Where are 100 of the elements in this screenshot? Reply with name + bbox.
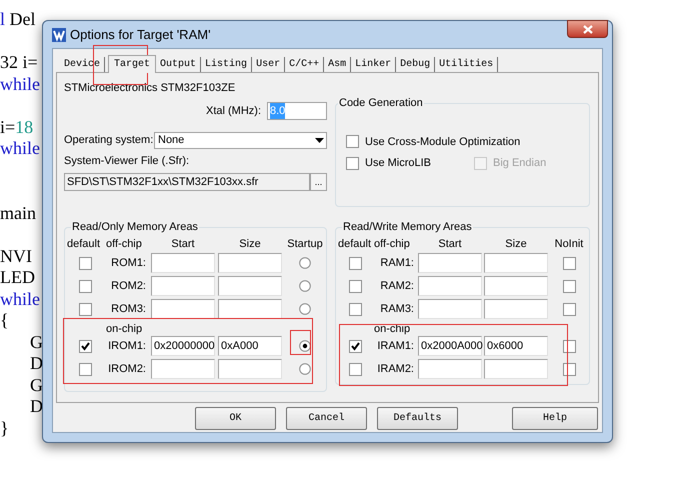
start-field[interactable]: 0x20000000	[151, 336, 215, 356]
browse-button[interactable]: ...	[310, 173, 327, 191]
checkbox[interactable]	[562, 280, 576, 292]
read-only-memory-group: Read/Only Memory Areas default off-chip Start Size Startup ROM1: ROM2: ROM3: on-chip IROM1: 0x20000000 0xA000 IROM2:	[64, 219, 327, 392]
row-label: IRAM2:	[376, 362, 415, 377]
column-header: off-chip	[374, 236, 411, 252]
tab[interactable]: C/C++	[285, 57, 324, 72]
size-field[interactable]	[484, 253, 548, 273]
tab[interactable]: Debug	[396, 57, 436, 72]
code-line: 32 i=	[0, 52, 38, 72]
column-header: Start	[170, 236, 196, 252]
code-line: while	[0, 138, 40, 158]
column-header: Start	[437, 236, 463, 252]
row-label: IROM1:	[107, 338, 147, 354]
xtal-label: Xtal (MHz):	[206, 104, 261, 119]
tab[interactable]: Asm	[324, 57, 352, 72]
size-field[interactable]	[484, 299, 548, 319]
tab[interactable]: Target	[108, 55, 156, 73]
os-dropdown[interactable]: None	[154, 132, 327, 149]
code-line: while	[0, 288, 40, 308]
sfr-label: System-Viewer File (.Sfr):	[64, 155, 190, 168]
size-field[interactable]	[218, 299, 282, 319]
size-field[interactable]	[484, 359, 548, 379]
checkbox[interactable]	[78, 256, 92, 270]
dialog-button[interactable]: Defaults	[377, 407, 458, 430]
checkbox[interactable]	[562, 362, 576, 376]
checkbox[interactable]	[346, 156, 359, 170]
radio-button[interactable]	[299, 340, 311, 352]
radio-button[interactable]	[299, 257, 311, 269]
code-line: while	[0, 74, 40, 94]
checkbox[interactable]	[346, 135, 359, 148]
column-header: Size	[504, 236, 528, 252]
code-line: i=18	[0, 116, 34, 136]
row-label: RAM1:	[379, 256, 415, 271]
tab[interactable]: Output	[156, 57, 202, 72]
code-line: l Del	[0, 9, 36, 29]
checkbox[interactable]	[78, 362, 92, 376]
row-label: IRAM1:	[376, 338, 415, 354]
column-header: default	[67, 236, 102, 252]
start-field[interactable]	[418, 359, 482, 379]
row-label: ROM2:	[110, 278, 147, 294]
size-field[interactable]	[484, 276, 548, 296]
checkbox[interactable]	[348, 256, 362, 270]
code-line: NVI	[0, 246, 32, 266]
sfr-field[interactable]: SFD\ST\STM32F1xx\STM32F103xx.sfr	[64, 173, 310, 191]
close-button[interactable]	[567, 20, 608, 38]
start-field[interactable]	[418, 299, 482, 319]
row-label: IROM2:	[107, 362, 147, 377]
dialog-button[interactable]: OK	[195, 407, 276, 430]
row-label: RAM2:	[379, 278, 415, 294]
option-label: Use Cross-Module Optimization	[365, 134, 520, 150]
checkbox[interactable]	[78, 302, 92, 316]
window-title: Options for Target 'RAM'	[70, 26, 211, 44]
checkbox[interactable]	[348, 280, 362, 292]
column-header: Size	[238, 236, 262, 252]
start-field[interactable]	[151, 299, 215, 319]
radio-button[interactable]	[299, 363, 311, 375]
close-icon	[582, 24, 592, 34]
radio-button[interactable]	[299, 280, 311, 292]
row-label: ROM3:	[110, 302, 147, 317]
code-line: D	[30, 353, 43, 373]
start-field[interactable]	[151, 359, 215, 379]
size-field[interactable]: 0xA000	[218, 336, 282, 356]
start-field[interactable]: 0x2000A000	[418, 336, 482, 356]
tab[interactable]: User	[252, 57, 286, 72]
size-field[interactable]: 0x6000	[484, 336, 548, 356]
section-label: on-chip	[374, 322, 412, 334]
tab[interactable]: Linker	[351, 57, 396, 72]
checkbox[interactable]	[562, 256, 576, 270]
tab[interactable]: Listing	[201, 57, 252, 72]
checkbox[interactable]	[562, 302, 576, 316]
dialog-button[interactable]: Help	[512, 407, 598, 430]
start-field[interactable]	[418, 276, 482, 296]
start-field[interactable]	[151, 253, 215, 273]
checkbox[interactable]	[348, 302, 362, 316]
checkbox[interactable]	[348, 362, 362, 376]
section-label: on-chip	[106, 322, 144, 334]
size-field[interactable]	[218, 276, 282, 296]
option-label: Big Endian	[493, 156, 546, 171]
checkbox[interactable]	[348, 340, 362, 352]
row-label: RAM3:	[379, 302, 415, 317]
radio-button[interactable]	[299, 303, 311, 315]
size-field[interactable]	[218, 359, 282, 379]
code-line: {	[0, 310, 9, 330]
size-field[interactable]	[218, 253, 282, 273]
checkbox[interactable]	[78, 280, 92, 292]
checkbox[interactable]	[562, 340, 576, 352]
tab[interactable]: Utilities	[435, 57, 498, 72]
column-header: off-chip	[106, 236, 143, 252]
option-label: Use MicroLIB	[365, 156, 432, 171]
code-line: main	[0, 202, 36, 222]
start-field[interactable]	[151, 276, 215, 296]
code-line: G	[30, 332, 43, 352]
dialog-button[interactable]: Cancel	[286, 407, 367, 430]
code-line: D	[30, 396, 43, 416]
code-line: LED	[0, 267, 35, 287]
checkbox[interactable]	[78, 340, 92, 352]
code-generation-group: Code Generation Use Cross-Module Optimization Use MicroLIB Big Endian	[335, 95, 590, 207]
start-field[interactable]	[418, 253, 482, 273]
read-write-memory-group: Read/Write Memory Areas default off-chip Start Size NoInit RAM1: RAM2: RAM3: on-chip IRAM1: 0x2000A000 0x6000 IRAM2:	[335, 219, 590, 385]
